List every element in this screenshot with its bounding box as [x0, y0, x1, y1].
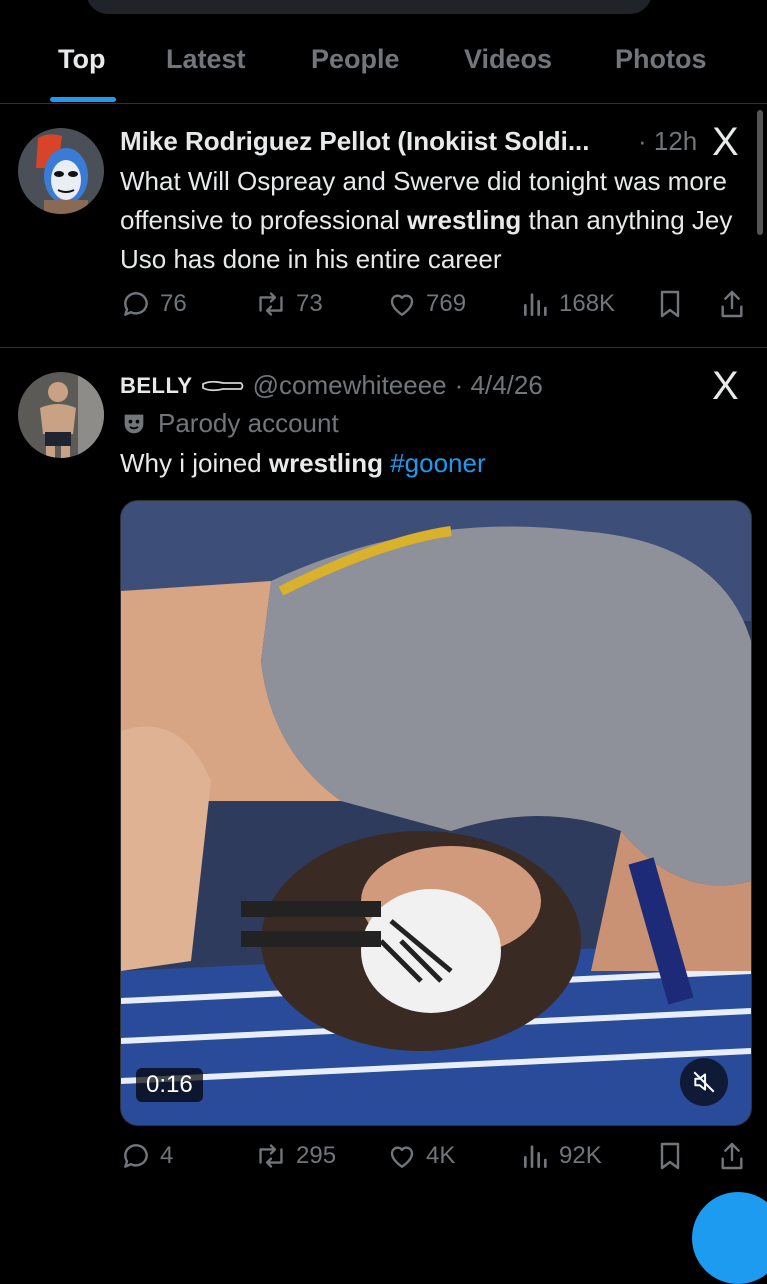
repost-button[interactable]: 73 — [254, 288, 323, 320]
parody-label: Parody account — [120, 408, 339, 439]
post-text: Why i joined wrestling #gooner — [120, 448, 486, 478]
video-thumbnail — [121, 501, 751, 1125]
search-bar[interactable] — [86, 0, 652, 14]
reply-icon — [124, 1144, 148, 1168]
views-button[interactable]: 168K — [521, 288, 615, 320]
video-duration: 0:16 — [136, 1068, 203, 1102]
compose-post-button[interactable] — [692, 1192, 767, 1284]
like-count: 769 — [426, 290, 467, 317]
share-icon — [721, 290, 743, 318]
parody-label-text: Parody account — [158, 408, 339, 438]
like-count: 4K — [426, 1142, 456, 1169]
reply-button[interactable]: 4 — [120, 1140, 173, 1172]
post-time[interactable]: · 4/4/26 — [455, 370, 543, 401]
x-logo-icon: X — [712, 120, 739, 164]
share-icon — [721, 1142, 743, 1170]
like-button[interactable]: 4K — [386, 1140, 455, 1172]
reply-count: 76 — [160, 290, 187, 317]
reply-count: 4 — [160, 1142, 174, 1169]
tabs-divider — [0, 103, 767, 104]
theater-mask-icon — [124, 414, 144, 433]
repost-icon — [259, 292, 283, 316]
x-logo-icon: X — [712, 364, 739, 408]
post-author-name[interactable]: BELLY — [120, 373, 193, 399]
speaker-muted-icon — [693, 1071, 715, 1093]
scrollbar-thumb[interactable] — [757, 110, 763, 235]
repost-count: 73 — [296, 290, 323, 317]
repost-count: 295 — [296, 1142, 337, 1169]
heart-icon — [390, 1146, 414, 1168]
post-handle[interactable]: @comewhiteeee — [253, 370, 447, 401]
views-chart-icon — [524, 293, 547, 316]
bookmark-icon — [660, 290, 680, 318]
tab-photos[interactable]: Photos — [615, 44, 707, 75]
like-button[interactable]: 769 — [386, 288, 466, 320]
hashtag-link[interactable]: #gooner — [390, 448, 485, 478]
reply-button[interactable]: 76 — [120, 288, 187, 320]
display-name-emoji-icon — [201, 380, 243, 391]
share-button[interactable] — [718, 1140, 746, 1172]
mute-button[interactable] — [680, 1058, 728, 1106]
post-time[interactable]: · 12h — [638, 126, 697, 157]
bookmark-button[interactable] — [656, 288, 684, 320]
avatar[interactable] — [18, 128, 104, 214]
share-button[interactable] — [718, 288, 746, 320]
tab-videos[interactable]: Videos — [464, 44, 552, 75]
views-chart-icon — [524, 1145, 547, 1168]
user-photo-avatar-icon — [18, 372, 104, 458]
video-player[interactable] — [120, 500, 752, 1126]
active-tab-indicator — [50, 97, 116, 102]
repost-button[interactable]: 295 — [254, 1140, 336, 1172]
post-header: BELLY @comewhiteeee · 4/4/26 — [120, 370, 543, 401]
bookmark-icon — [660, 1142, 680, 1170]
view-count: 92K — [559, 1142, 602, 1169]
tab-top[interactable]: Top — [58, 44, 105, 75]
tab-people[interactable]: People — [311, 44, 400, 75]
view-count: 168K — [559, 290, 616, 317]
post-author-name[interactable]: Mike Rodriguez Pellot (Inokiist Soldi... — [120, 126, 590, 157]
post-text: What Will Ospreay and Swerve did tonight… — [120, 166, 733, 274]
post-divider — [0, 347, 767, 348]
avatar[interactable] — [18, 372, 104, 458]
reply-icon — [124, 292, 148, 316]
views-button[interactable]: 92K — [521, 1140, 602, 1172]
repost-icon — [259, 1144, 283, 1168]
tab-latest[interactable]: Latest — [166, 44, 246, 75]
masked-wrestler-avatar-icon — [18, 128, 104, 214]
heart-icon — [390, 294, 414, 316]
bookmark-button[interactable] — [656, 1140, 684, 1172]
